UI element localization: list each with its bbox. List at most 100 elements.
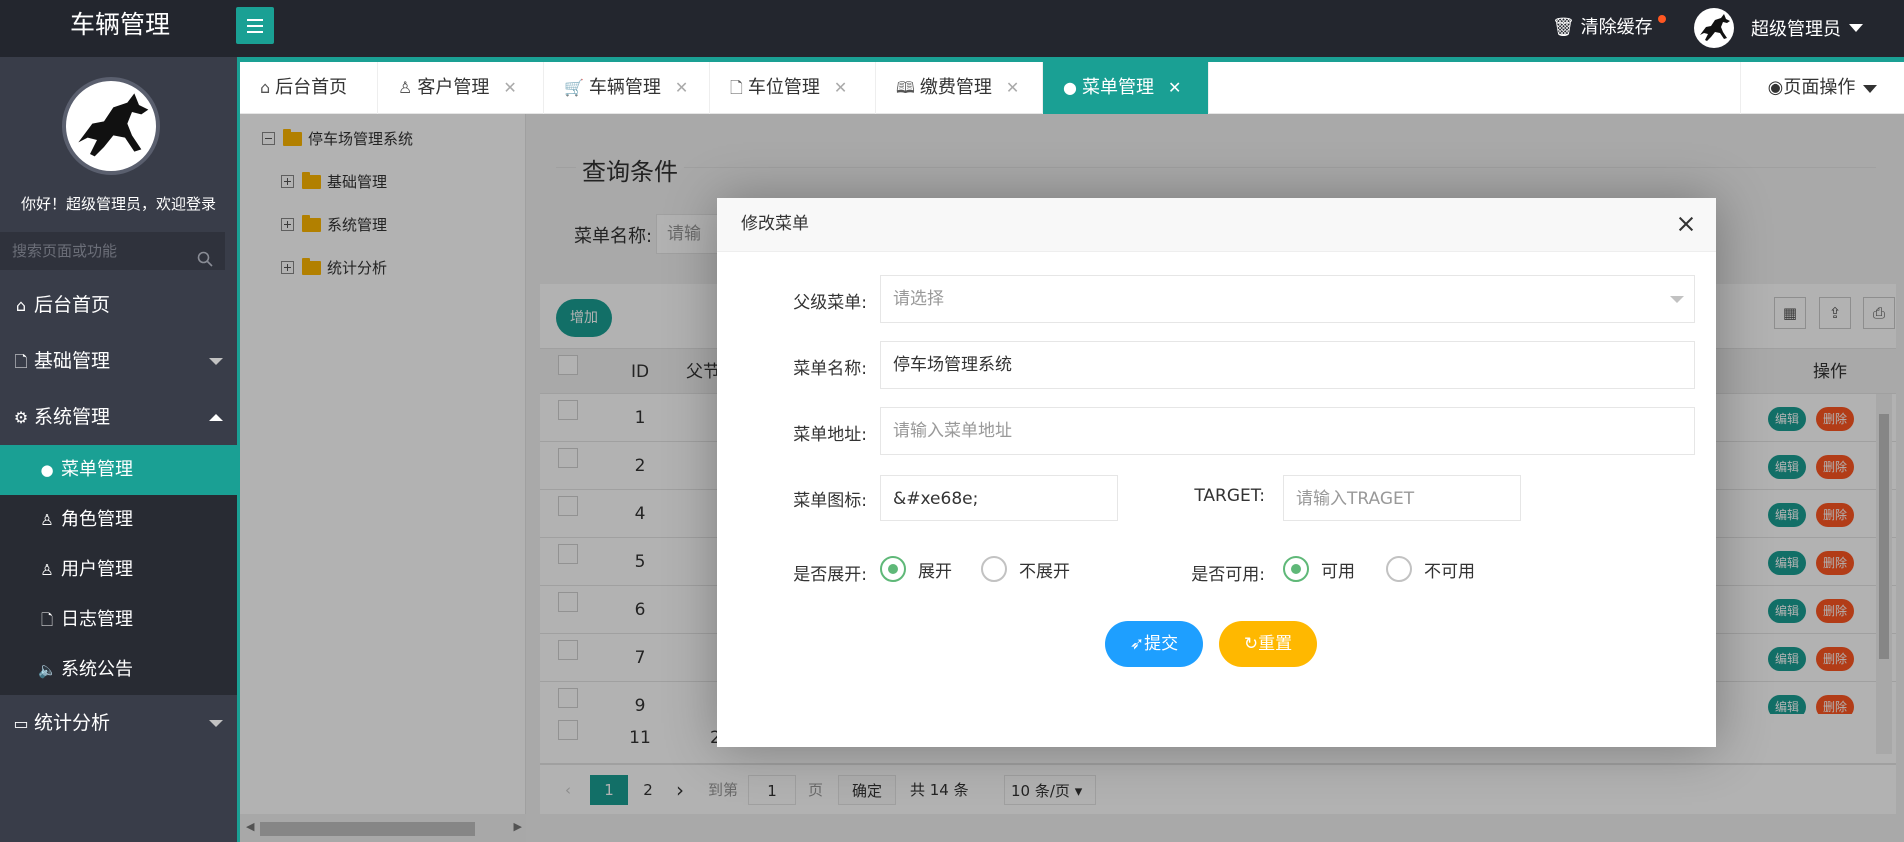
tab-home[interactable]: ⌂ 后台首页: [240, 62, 378, 114]
search-icon[interactable]: [197, 243, 213, 281]
sidebar-item-role[interactable]: ♙ 角色管理: [0, 495, 237, 545]
tab-label: 车辆管理: [588, 77, 661, 98]
radio-label: 展开: [918, 561, 952, 582]
reset-label: 重置: [1258, 634, 1293, 654]
app-title: 车辆管理: [69, 10, 170, 39]
sidebar-item-notice[interactable]: 🔈 系统公告: [0, 645, 237, 695]
user-icon: ♙: [40, 511, 54, 529]
note-icon: 🗋: [40, 611, 54, 629]
home-icon: ⌂: [15, 296, 27, 315]
user-menu[interactable]: 超级管理员: [1694, 6, 1863, 50]
send-icon: ➶: [1129, 634, 1145, 654]
book-icon: 🕮: [896, 78, 915, 97]
tab-menu[interactable]: ● 菜单管理 ✕: [1043, 62, 1209, 114]
help-doc-icon: 🗋: [730, 78, 743, 97]
sidebar-item-label: 用户管理: [61, 559, 133, 580]
tab-label: 客户管理: [417, 77, 490, 98]
clear-cache-label: 清除缓存: [1580, 17, 1653, 38]
tab-vehicle[interactable]: 🛒 车辆管理 ✕: [544, 62, 710, 114]
tab-bar: ⌂ 后台首页 ♙ 客户管理 ✕ 🛒 车辆管理 ✕ 🗋 车位管理 ✕ 🕮 缴费管理 ✕ ● 菜单管理 ✕…: [240, 62, 1904, 114]
close-icon[interactable]: [1674, 212, 1698, 236]
radio-label: 不展开: [1019, 561, 1070, 582]
close-icon[interactable]: ✕: [1168, 78, 1181, 97]
submit-label: 提交: [1144, 634, 1179, 654]
user-avatar: [1694, 8, 1734, 48]
sidebar-item-label: 菜单管理: [61, 459, 133, 480]
welcome-text: 你好！超级管理员，欢迎登录: [20, 195, 216, 213]
circle-icon: ●: [1063, 78, 1077, 97]
tab-parking[interactable]: 🗋 车位管理 ✕: [710, 62, 876, 114]
menu-toggle-button[interactable]: [236, 7, 274, 44]
parent-menu-select[interactable]: 请选择: [880, 275, 1695, 323]
sidebar-avatar: [62, 77, 160, 175]
spread-no-radio[interactable]: 不展开: [981, 556, 1070, 582]
tab-payment[interactable]: 🕮 缴费管理 ✕: [876, 62, 1043, 114]
available-label: 是否可用:: [1191, 565, 1265, 585]
spread-yes-radio[interactable]: 展开: [880, 556, 952, 582]
user-name: 超级管理员: [1751, 19, 1841, 40]
tab-label: 缴费管理: [919, 77, 992, 98]
reset-button[interactable]: ↻重置: [1219, 621, 1317, 667]
submit-button[interactable]: ➶提交: [1105, 621, 1203, 667]
dialog-title: 修改菜单: [741, 214, 809, 234]
radio-unchecked-icon: [981, 556, 1007, 582]
parent-menu-label: 父级菜单:: [793, 293, 867, 313]
radio-checked-icon: [1283, 556, 1309, 582]
page-ops-label: 页面操作: [1783, 77, 1856, 98]
trash-icon: 🗑: [1552, 17, 1575, 38]
chevron-down-icon: [1849, 24, 1863, 32]
clear-cache-button[interactable]: 🗑 清除缓存: [1552, 13, 1666, 39]
sidebar-item-system[interactable]: ⚙ 系统管理: [0, 389, 237, 445]
chevron-down-icon: [209, 358, 223, 365]
menu-name-input[interactable]: 停车场管理系统: [880, 341, 1695, 389]
circle-icon: ●: [40, 461, 54, 479]
sidebar-item-label: 系统管理: [34, 406, 111, 428]
close-icon[interactable]: ✕: [1006, 78, 1019, 97]
close-icon[interactable]: ✕: [675, 78, 688, 97]
parent-menu-placeholder: 请选择: [893, 289, 944, 309]
sidebar-item-label: 基础管理: [34, 350, 111, 372]
close-icon[interactable]: ✕: [834, 78, 847, 97]
notification-dot: [1657, 15, 1666, 23]
sidebar-item-label: 日志管理: [61, 609, 133, 630]
spread-label: 是否展开:: [793, 565, 867, 585]
target-label: TARGET:: [1194, 486, 1265, 506]
sidebar-item-home[interactable]: ⌂ 后台首页: [0, 277, 237, 333]
menu-href-input[interactable]: 请输入菜单地址: [880, 407, 1695, 455]
page-operations-menu[interactable]: ◉页面操作: [1740, 62, 1904, 114]
sidebar-item-stats[interactable]: ▭ 统计分析: [0, 695, 237, 751]
users-icon: ♙: [40, 561, 54, 579]
menu-icon-label: 菜单图标:: [793, 491, 867, 511]
chevron-up-icon: [209, 414, 223, 421]
sidebar-submenu: ● 菜单管理 ♙ 角色管理 ♙ 用户管理 🗋 日志管理 🔈 系统公告: [0, 445, 237, 695]
sidebar-item-basic[interactable]: 🗋 基础管理: [0, 333, 237, 389]
top-header: 车辆管理 🗑 清除缓存 超级管理员: [0, 0, 1904, 57]
user-icon: ♙: [398, 78, 413, 97]
sidebar-item-menu[interactable]: ● 菜单管理: [0, 445, 237, 495]
sidebar-item-label: 统计分析: [34, 712, 111, 734]
target-input[interactable]: 请输入TRAGET: [1283, 475, 1521, 521]
home-icon: ⌂: [260, 78, 271, 97]
available-yes-radio[interactable]: 可用: [1283, 556, 1355, 582]
sidebar-nav: ⌂ 后台首页 🗋 基础管理 ⚙ 系统管理 ● 菜单管理 ♙ 角色管理 ♙ 用户管理 🗋 日志管…: [0, 277, 237, 751]
tab-label: 后台首页: [275, 77, 348, 98]
chevron-down-icon: [1863, 85, 1878, 93]
sidebar-search-input[interactable]: 搜索页面或功能: [0, 232, 225, 270]
sidebar-search-placeholder: 搜索页面或功能: [12, 242, 118, 260]
menu-name-label: 菜单名称:: [793, 359, 867, 379]
radio-label: 可用: [1321, 561, 1355, 582]
tab-label: 车位管理: [747, 77, 820, 98]
refresh-icon: ↻: [1243, 634, 1259, 654]
sidebar-item-log[interactable]: 🗋 日志管理: [0, 595, 237, 645]
available-no-radio[interactable]: 不可用: [1386, 556, 1475, 582]
edit-menu-dialog: 修改菜单 父级菜单: 请选择 菜单名称: 停车场管理系统 菜单地址: 请输入菜单…: [717, 198, 1716, 747]
sidebar-item-users[interactable]: ♙ 用户管理: [0, 545, 237, 595]
sidebar: 你好！超级管理员，欢迎登录 搜索页面或功能 ⌂ 后台首页 🗋 基础管理 ⚙ 系统管理 …: [0, 57, 237, 842]
radio-label: 不可用: [1424, 561, 1475, 582]
radio-checked-icon: [880, 556, 906, 582]
close-icon[interactable]: ✕: [503, 78, 516, 97]
tab-customer[interactable]: ♙ 客户管理 ✕: [378, 62, 544, 114]
target-icon: ◉: [1767, 77, 1784, 98]
menu-icon-input[interactable]: &#xe68e;: [880, 475, 1118, 521]
cart-icon: 🛒: [564, 78, 584, 97]
